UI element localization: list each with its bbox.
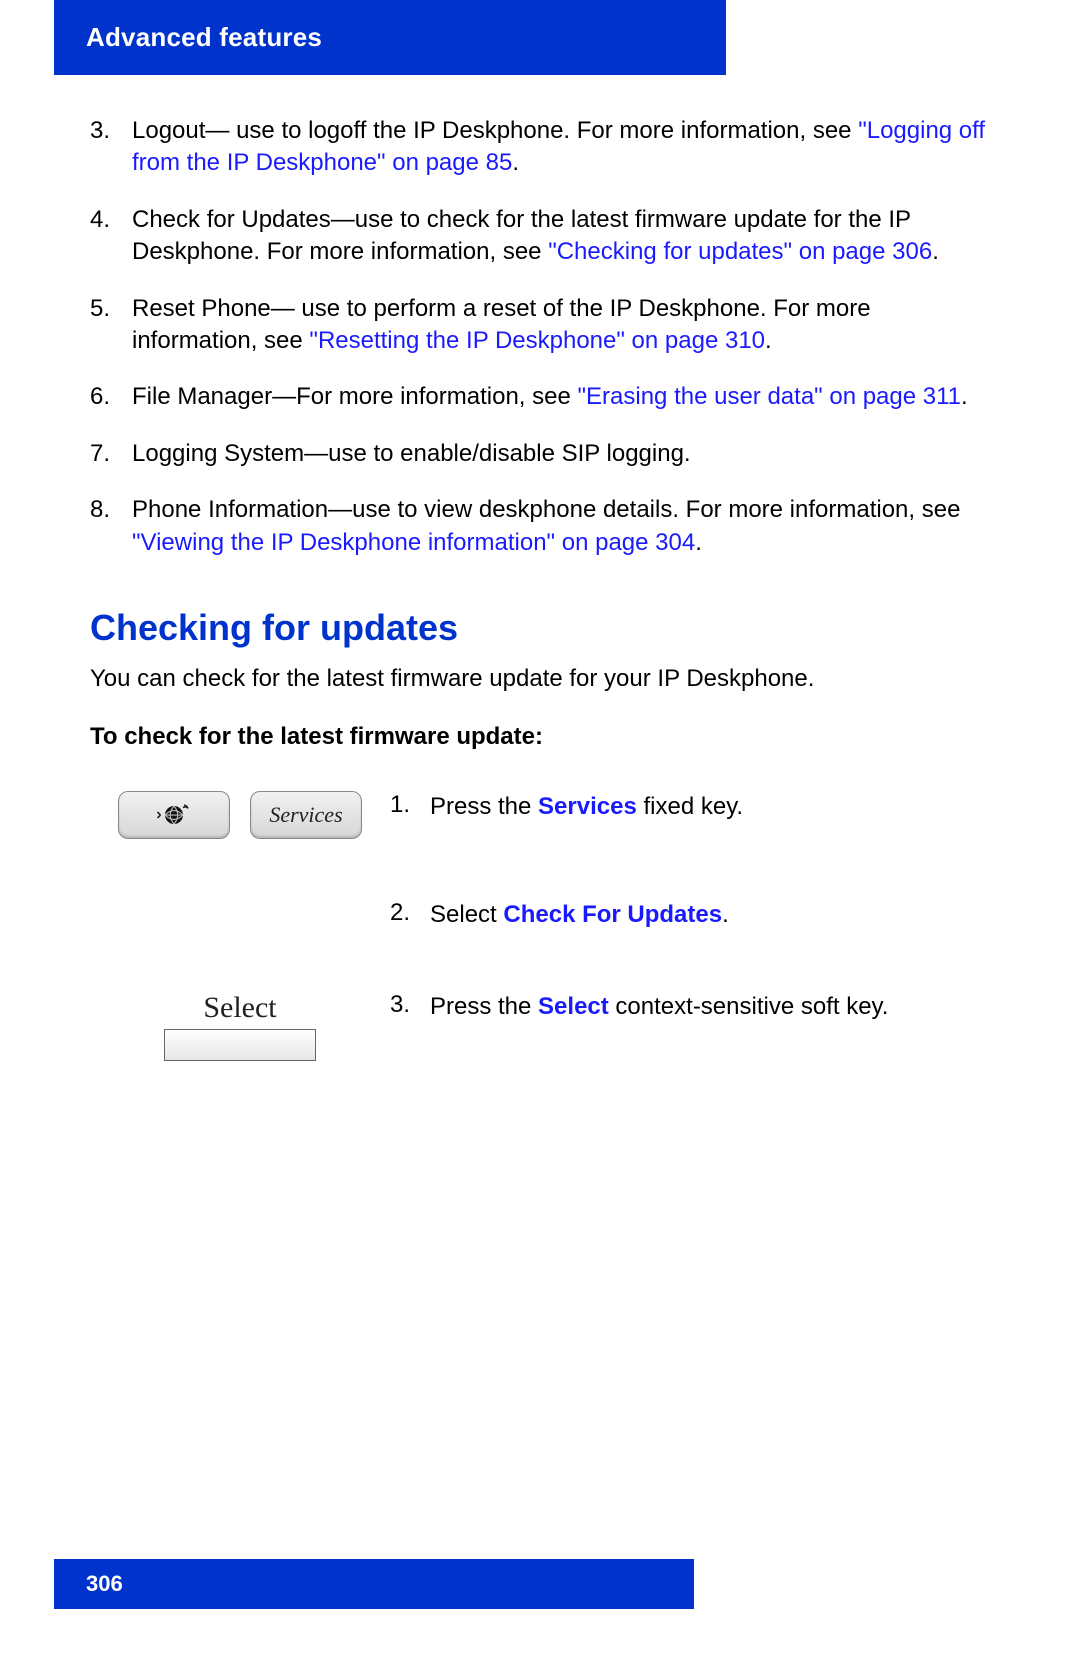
step-text-col: 2. Select Check For Updates.: [390, 899, 990, 931]
list-number: 6.: [90, 381, 132, 413]
list-number: 4.: [90, 204, 132, 269]
list-text: Logging System—use to enable/disable SIP…: [132, 438, 990, 470]
cross-ref-link[interactable]: "Resetting the IP Deskphone" on page 310: [309, 327, 765, 354]
ui-term: Check For Updates: [503, 901, 722, 928]
cross-ref-link[interactable]: "Checking for updates" on page 306: [548, 238, 932, 265]
ui-term: Select: [538, 993, 609, 1020]
content-area: 3. Logout— use to logoff the IP Deskphon…: [90, 115, 990, 1061]
section-heading: Checking for updates: [90, 607, 990, 649]
page-number: 306: [86, 1571, 123, 1596]
list-number: 8.: [90, 494, 132, 559]
list-text: File Manager—For more information, see "…: [132, 381, 990, 413]
list-item: 4. Check for Updates—use to check for th…: [90, 204, 990, 269]
header-bar: Advanced features: [54, 0, 726, 75]
list-item: 7. Logging System—use to enable/disable …: [90, 438, 990, 470]
cross-ref-link[interactable]: "Viewing the IP Deskphone information" o…: [132, 529, 695, 556]
header-title: Advanced features: [86, 22, 322, 52]
globe-icon: [156, 800, 192, 830]
step-image-col: Services: [90, 791, 390, 839]
services-key-icon: Services: [250, 791, 362, 839]
step-image-col: Select: [90, 991, 390, 1061]
list-item: 5. Reset Phone— use to perform a reset o…: [90, 293, 990, 358]
step-text-col: 1. Press the Services fixed key.: [390, 791, 990, 823]
list-text: Check for Updates—use to check for the l…: [132, 204, 990, 269]
list-item: 3. Logout— use to logoff the IP Deskphon…: [90, 115, 990, 180]
cross-ref-link[interactable]: "Erasing the user data" on page 311: [578, 383, 962, 410]
globe-key-icon: [118, 791, 230, 839]
step-text: Select Check For Updates.: [430, 899, 990, 931]
section-intro: You can check for the latest firmware up…: [90, 665, 990, 693]
select-soft-key-label: Select: [203, 991, 276, 1025]
step-number: 3.: [390, 991, 430, 1023]
ui-term: Services: [538, 793, 637, 820]
step-number: 1.: [390, 791, 430, 823]
list-text: Phone Information—use to view deskphone …: [132, 494, 990, 559]
step-text: Press the Services fixed key.: [430, 791, 990, 823]
step-row: Select 3. Press the Select context-sensi…: [90, 991, 990, 1061]
list-number: 3.: [90, 115, 132, 180]
step-text: Press the Select context-sensitive soft …: [430, 991, 990, 1023]
step-row: Services 1. Press the Services fixed key…: [90, 791, 990, 839]
list-number: 5.: [90, 293, 132, 358]
list-item: 6. File Manager—For more information, se…: [90, 381, 990, 413]
list-item: 8. Phone Information—use to view deskpho…: [90, 494, 990, 559]
soft-key-icon: [164, 1029, 316, 1061]
footer-bar: 306: [54, 1559, 694, 1609]
list-text: Reset Phone— use to perform a reset of t…: [132, 293, 990, 358]
steps-area: Services 1. Press the Services fixed key…: [90, 791, 990, 1061]
section-subheading: To check for the latest firmware update:: [90, 723, 990, 751]
step-text-col: 3. Press the Select context-sensitive so…: [390, 991, 990, 1023]
list-number: 7.: [90, 438, 132, 470]
step-row: 2. Select Check For Updates.: [90, 899, 990, 931]
document-page: Advanced features 3. Logout— use to logo…: [0, 0, 1080, 1669]
step-number: 2.: [390, 899, 430, 931]
list-text: Logout— use to logoff the IP Deskphone. …: [132, 115, 990, 180]
